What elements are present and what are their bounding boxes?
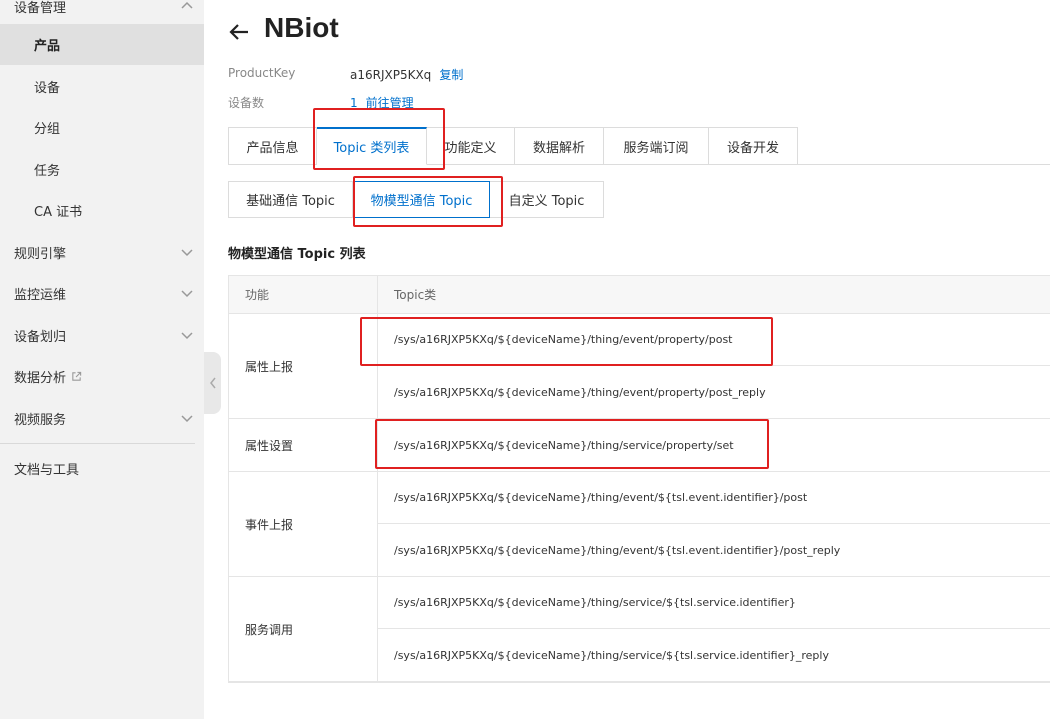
chevron-down-icon	[181, 332, 193, 340]
table-header-function: 功能	[229, 276, 378, 313]
topic-cell: /sys/a16RJXP5KXq/${deviceName}/thing/eve…	[378, 472, 1050, 524]
sidebar-item-label: 任务	[34, 164, 61, 179]
main-content: NBiot ProductKey a16RJXP5KXq 复制 设备数 1 前往管理…	[228, 0, 1050, 719]
tab-label: 产品信息	[246, 140, 299, 156]
page-title: NBiot	[264, 12, 339, 43]
topic-cell: /sys/a16RJXP5KXq/${deviceName}/thing/ser…	[394, 648, 829, 662]
product-key-value: a16RJXP5KXq	[350, 68, 432, 82]
chevron-down-icon	[181, 415, 193, 423]
sidebar-item-label: 产品	[34, 39, 61, 54]
sidebar-item-product[interactable]: 产品	[0, 24, 204, 65]
tab-device-development[interactable]: 设备开发	[709, 127, 798, 165]
device-count-value: 1	[350, 96, 358, 110]
sidebar-item-task[interactable]: 任务	[0, 149, 204, 190]
function-cell: 事件上报	[229, 472, 378, 576]
topic-cell: /sys/a16RJXP5KXq/${deviceName}/thing/ser…	[378, 577, 1050, 629]
manage-link[interactable]: 前往管理	[366, 96, 414, 110]
topic-cell: /sys/a16RJXP5KXq/${deviceName}/thing/eve…	[394, 385, 766, 399]
tab-product-info[interactable]: 产品信息	[228, 127, 317, 165]
sidebar-group-device-assign[interactable]: 设备划归	[0, 315, 204, 355]
sidebar-group-data-analysis[interactable]: 数据分析	[0, 356, 204, 396]
sidebar-item-ca-cert[interactable]: CA 证书	[0, 190, 204, 231]
subtab-label: 自定义 Topic	[508, 194, 585, 209]
function-cell: 属性设置	[229, 419, 378, 471]
topic-cell: /sys/a16RJXP5KXq/${deviceName}/thing/eve…	[378, 314, 1050, 366]
tab-server-subscription[interactable]: 服务端订阅	[604, 127, 709, 165]
sidebar-group-label: 设备划归	[14, 329, 67, 345]
tab-function-definition[interactable]: 功能定义	[427, 127, 515, 165]
product-key-row: a16RJXP5KXq 复制	[350, 66, 463, 83]
external-link-icon	[72, 371, 82, 381]
sidebar-item-label: CA 证书	[34, 205, 83, 220]
product-key-label: ProductKey	[228, 66, 296, 80]
sidebar-group-device-management[interactable]: 设备管理	[0, 0, 204, 26]
chevron-up-icon	[181, 1, 193, 9]
subtab-bar: 基础通信 Topic 物模型通信 Topic 自定义 Topic	[228, 181, 604, 218]
table-row-group: 属性设置 /sys/a16RJXP5KXq/${deviceName}/thin…	[229, 419, 1050, 472]
sidebar-item-docs-tools[interactable]: 文档与工具	[0, 448, 204, 488]
sidebar-collapse-handle[interactable]	[204, 352, 221, 414]
device-count-row: 1 前往管理	[350, 94, 414, 111]
subtab-custom-topic[interactable]: 自定义 Topic	[490, 181, 604, 218]
tab-label: Topic 类列表	[333, 141, 410, 156]
sidebar-group-video-service[interactable]: 视频服务	[0, 398, 204, 438]
function-cell: 属性上报	[229, 314, 378, 418]
topic-table: 功能 Topic类 属性上报 /sys/a16RJXP5KXq/${device…	[228, 275, 1050, 683]
chevron-down-icon	[181, 290, 193, 298]
subtab-label: 基础通信 Topic	[246, 194, 335, 209]
tab-data-parsing[interactable]: 数据解析	[515, 127, 604, 165]
topic-cell: /sys/a16RJXP5KXq/${deviceName}/thing/ser…	[394, 438, 734, 452]
table-row-group: 服务调用 /sys/a16RJXP5KXq/${deviceName}/thin…	[229, 577, 1050, 682]
topic-list: /sys/a16RJXP5KXq/${deviceName}/thing/ser…	[378, 419, 1050, 471]
back-arrow-icon[interactable]	[228, 22, 250, 42]
sidebar-item-group[interactable]: 分组	[0, 107, 204, 148]
topic-cell: /sys/a16RJXP5KXq/${deviceName}/thing/eve…	[394, 543, 841, 557]
table-row-group: 事件上报 /sys/a16RJXP5KXq/${deviceName}/thin…	[229, 472, 1050, 577]
sidebar-item-label: 设备	[34, 81, 61, 96]
table-row-group: 属性上报 /sys/a16RJXP5KXq/${deviceName}/thin…	[229, 314, 1050, 419]
table-header-topic: Topic类	[394, 288, 437, 302]
sidebar-item-device[interactable]: 设备	[0, 66, 204, 107]
subtab-thing-model-topic[interactable]: 物模型通信 Topic	[353, 181, 490, 218]
sidebar-group-monitoring[interactable]: 监控运维	[0, 273, 204, 313]
topic-list: /sys/a16RJXP5KXq/${deviceName}/thing/eve…	[378, 472, 1050, 576]
topic-list: /sys/a16RJXP5KXq/${deviceName}/thing/ser…	[378, 577, 1050, 681]
sidebar: 设备管理 产品 设备 分组 任务 CA 证书 规则引擎 监控运维 设备划归 数据…	[0, 0, 204, 719]
device-count-label: 设备数	[228, 96, 265, 110]
tab-label: 服务端订阅	[623, 140, 689, 156]
sidebar-group-label: 文档与工具	[14, 462, 80, 478]
sidebar-group-label: 监控运维	[14, 287, 67, 303]
function-cell: 服务调用	[229, 577, 378, 681]
sidebar-group-rule-engine[interactable]: 规则引擎	[0, 232, 204, 272]
table-header: 功能 Topic类	[229, 276, 1050, 314]
sidebar-group-label: 设备管理	[14, 0, 67, 16]
sidebar-divider	[0, 443, 195, 444]
chevron-down-icon	[181, 249, 193, 257]
subtab-label: 物模型通信 Topic	[370, 194, 473, 209]
sidebar-group-label: 数据分析	[14, 370, 67, 386]
tab-bar: 产品信息 Topic 类列表 功能定义 数据解析 服务端订阅 设备开发	[228, 127, 798, 165]
sidebar-item-label: 分组	[34, 122, 61, 137]
tab-label: 设备开发	[726, 140, 779, 156]
subtab-basic-topic[interactable]: 基础通信 Topic	[228, 181, 353, 218]
topic-list: /sys/a16RJXP5KXq/${deviceName}/thing/eve…	[378, 314, 1050, 418]
tab-topic-list[interactable]: Topic 类列表	[317, 127, 427, 165]
sidebar-group-label: 规则引擎	[14, 246, 67, 262]
chevron-left-icon	[209, 377, 216, 389]
tab-label: 数据解析	[532, 140, 585, 156]
sidebar-group-label: 视频服务	[14, 412, 67, 428]
copy-link[interactable]: 复制	[439, 68, 463, 82]
tab-label: 功能定义	[444, 140, 497, 156]
section-title: 物模型通信 Topic 列表	[228, 247, 366, 262]
